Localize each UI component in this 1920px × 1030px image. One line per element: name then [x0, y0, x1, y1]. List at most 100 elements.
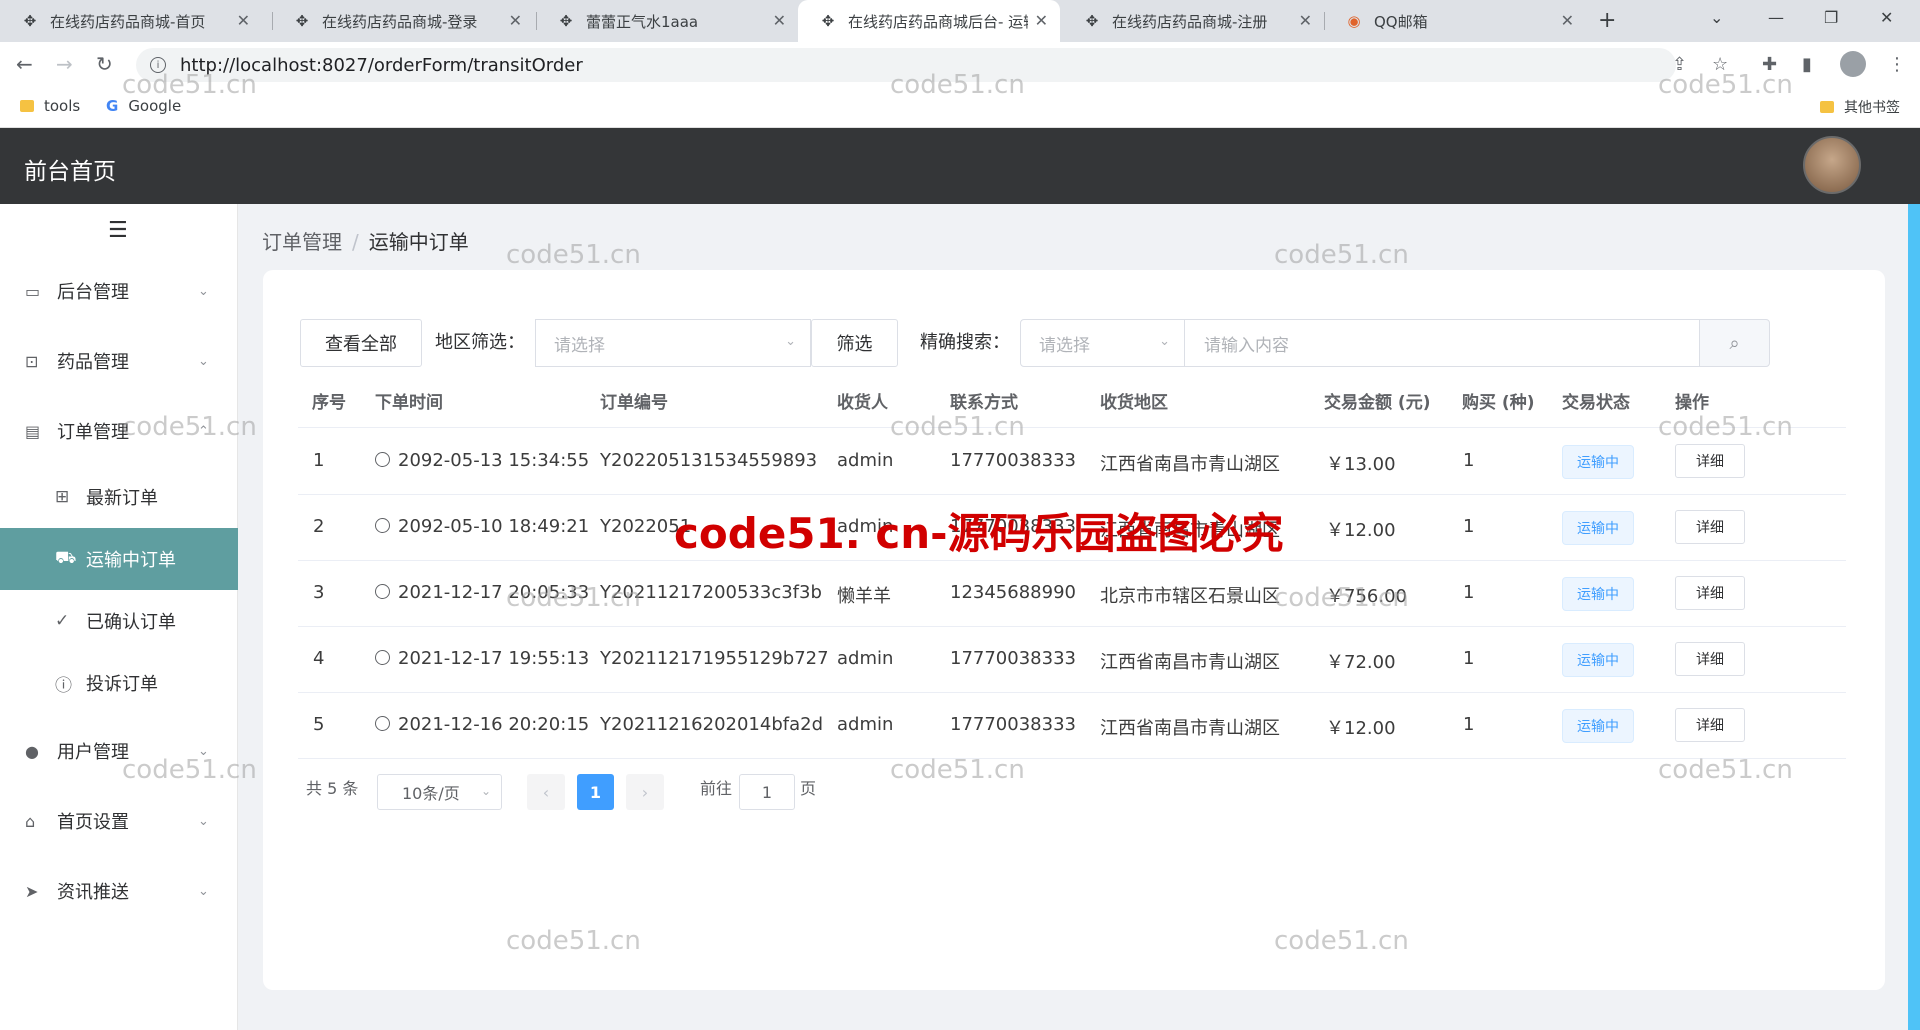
browser-tab[interactable]: ✥ 在线药店药品商城-首页 ✕: [0, 0, 262, 42]
send-icon: ➤: [25, 881, 39, 901]
browser-tab[interactable]: ✥ 在线药店药品商城-登录 ✕: [272, 0, 534, 42]
column-header: 序号: [312, 393, 346, 413]
cell-phone: 12345688990: [950, 582, 1076, 603]
chevron-down-icon: ⌄: [785, 334, 796, 349]
clock-icon: [375, 584, 390, 599]
detail-button[interactable]: 详细: [1675, 642, 1745, 676]
sidebar-item-users[interactable]: ● 用户管理 ⌄: [0, 720, 238, 782]
cell-index: 3: [313, 582, 325, 603]
detail-button[interactable]: 详细: [1675, 576, 1745, 610]
detail-button[interactable]: 详细: [1675, 708, 1745, 742]
sidebar-item-label: 药品管理: [57, 352, 129, 373]
tab-close-icon[interactable]: ✕: [509, 11, 522, 30]
cell-amount: ￥12.00: [1326, 718, 1396, 739]
user-icon: ●: [25, 741, 39, 761]
cell-region: 江西省南昌市青山湖区: [1100, 454, 1280, 475]
page-scrollbar[interactable]: [1908, 204, 1920, 1030]
column-header: 收货人: [837, 393, 888, 413]
tab-close-icon[interactable]: ✕: [773, 11, 786, 30]
sidebar-subitem-complaint-orders[interactable]: ⓘ 投诉订单: [0, 652, 238, 714]
share-icon[interactable]: ⇪: [1672, 54, 1687, 75]
region-select[interactable]: 请选择 ⌄: [535, 319, 811, 367]
home-link[interactable]: 前台首页: [24, 152, 116, 186]
warning-icon: ⓘ: [55, 675, 72, 696]
search-button[interactable]: ⌕: [1699, 319, 1770, 367]
exact-search-field-select[interactable]: 请选择 ⌄: [1020, 319, 1185, 367]
cell-amount: ￥12.00: [1326, 520, 1396, 541]
sidebar-item-drugs[interactable]: ⊡ 药品管理 ⌄: [0, 330, 238, 392]
forward-icon[interactable]: →: [56, 52, 73, 76]
site-favicon-icon: ✥: [295, 12, 309, 30]
cell-count: 1: [1463, 582, 1475, 603]
menu-kebab-icon[interactable]: ⋮: [1888, 54, 1906, 75]
sidebar-item-home-settings[interactable]: ⌂ 首页设置 ⌄: [0, 790, 238, 852]
tab-close-icon[interactable]: ✕: [1035, 11, 1048, 30]
user-avatar[interactable]: [1803, 136, 1861, 194]
next-page-button[interactable]: ›: [626, 774, 664, 810]
region-filter-label: 地区筛选：: [435, 332, 525, 353]
new-tab-icon[interactable]: +: [1598, 8, 1616, 33]
site-info-icon[interactable]: i: [150, 57, 166, 73]
truck-icon: ⛟: [55, 548, 77, 568]
cell-count: 1: [1463, 714, 1475, 735]
breadcrumb-parent[interactable]: 订单管理: [262, 230, 342, 254]
bookmark-other[interactable]: 其他书签: [1820, 97, 1900, 117]
browser-tab[interactable]: ◉ QQ邮箱 ✕: [1324, 0, 1586, 42]
menu-collapse-icon[interactable]: ☰: [108, 218, 128, 243]
cell-order-no: Y20211216202014bfa2d: [600, 714, 823, 735]
sidebar-item-backend[interactable]: ▭ 后台管理 ⌄: [0, 260, 238, 322]
restore-icon[interactable]: ❐: [1824, 8, 1838, 27]
bookmark-google[interactable]: G Google: [106, 97, 181, 115]
pagination-total: 共 5 条: [306, 779, 359, 798]
tab-close-icon[interactable]: ✕: [237, 11, 250, 30]
cell-order-no: Y20211217200533c3f3b: [600, 582, 822, 603]
browser-tab[interactable]: ✥ 在线药店药品商城-注册 ✕: [1062, 0, 1324, 42]
bookmarks-bar: tools G Google 其他书签: [0, 88, 1920, 128]
cell-region: 北京市市辖区石景山区: [1100, 586, 1280, 607]
sidebar-subitem-latest-orders[interactable]: ⊞ 最新订单: [0, 466, 238, 528]
sidebar-subitem-transit-orders[interactable]: ⛟ 运输中订单: [0, 528, 238, 590]
tab-close-icon[interactable]: ✕: [1561, 11, 1574, 30]
goto-page-input[interactable]: 1: [739, 774, 795, 810]
bookmark-star-icon[interactable]: ☆: [1712, 54, 1728, 75]
column-header: 联系方式: [950, 393, 1018, 413]
filter-button[interactable]: 筛选: [811, 319, 898, 367]
address-bar[interactable]: i http://localhost:8027/orderForm/transi…: [136, 48, 1676, 82]
close-window-icon[interactable]: ✕: [1880, 8, 1893, 27]
browser-tab-active[interactable]: ✥ 在线药店药品商城后台- 运输 ✕: [798, 0, 1060, 42]
detail-button[interactable]: 详细: [1675, 444, 1745, 478]
table-row: 5 2021-12-16 20:20:15 Y20211216202014bfa…: [298, 693, 1846, 759]
tab-search-icon[interactable]: ⌄: [1710, 8, 1723, 27]
site-favicon-icon: ✥: [23, 12, 37, 30]
reload-icon[interactable]: ↻: [96, 52, 113, 76]
clock-icon: [375, 650, 390, 665]
page-size-value: 10条/页: [402, 784, 460, 803]
minimize-icon[interactable]: —: [1768, 8, 1784, 27]
exact-select-placeholder: 请选择: [1039, 335, 1090, 356]
bookmark-tools[interactable]: tools: [20, 97, 80, 115]
extensions-icon[interactable]: ✚: [1762, 54, 1777, 75]
sidebar-item-news-push[interactable]: ➤ 资讯推送 ⌄: [0, 860, 238, 922]
table-header: 序号 下单时间 订单编号 收货人 联系方式 收货地区 交易金额 (元) 购买 (…: [298, 378, 1846, 428]
profile-avatar-icon[interactable]: [1840, 51, 1866, 77]
sidebar-item-label: 资讯推送: [57, 882, 129, 903]
cell-receiver: admin: [837, 714, 894, 735]
side-panel-icon[interactable]: ▮: [1802, 54, 1812, 75]
cell-index: 1: [313, 450, 325, 471]
sidebar-subitem-confirmed-orders[interactable]: ✓ 已确认订单: [0, 590, 238, 652]
page-number-current[interactable]: 1: [577, 774, 614, 810]
detail-button[interactable]: 详细: [1675, 510, 1745, 544]
watermark: code51.cn: [1274, 240, 1409, 270]
chevron-left-icon: ‹: [542, 782, 550, 802]
sidebar-item-orders[interactable]: ▤ 订单管理 ⌃: [0, 400, 238, 462]
page-size-select[interactable]: 10条/页 ⌄: [377, 774, 502, 810]
prev-page-button[interactable]: ‹: [527, 774, 565, 810]
back-icon[interactable]: ←: [16, 52, 33, 76]
browser-tab[interactable]: ✥ 蕾蕾正气水1aaa ✕: [536, 0, 798, 42]
tab-close-icon[interactable]: ✕: [1299, 11, 1312, 30]
search-input[interactable]: 请输入内容: [1184, 319, 1700, 367]
tab-title: QQ邮箱: [1374, 12, 1428, 31]
column-header: 订单编号: [600, 393, 668, 413]
view-all-button[interactable]: 查看全部: [300, 319, 422, 367]
breadcrumb: 订单管理 / 运输中订单: [262, 226, 469, 255]
